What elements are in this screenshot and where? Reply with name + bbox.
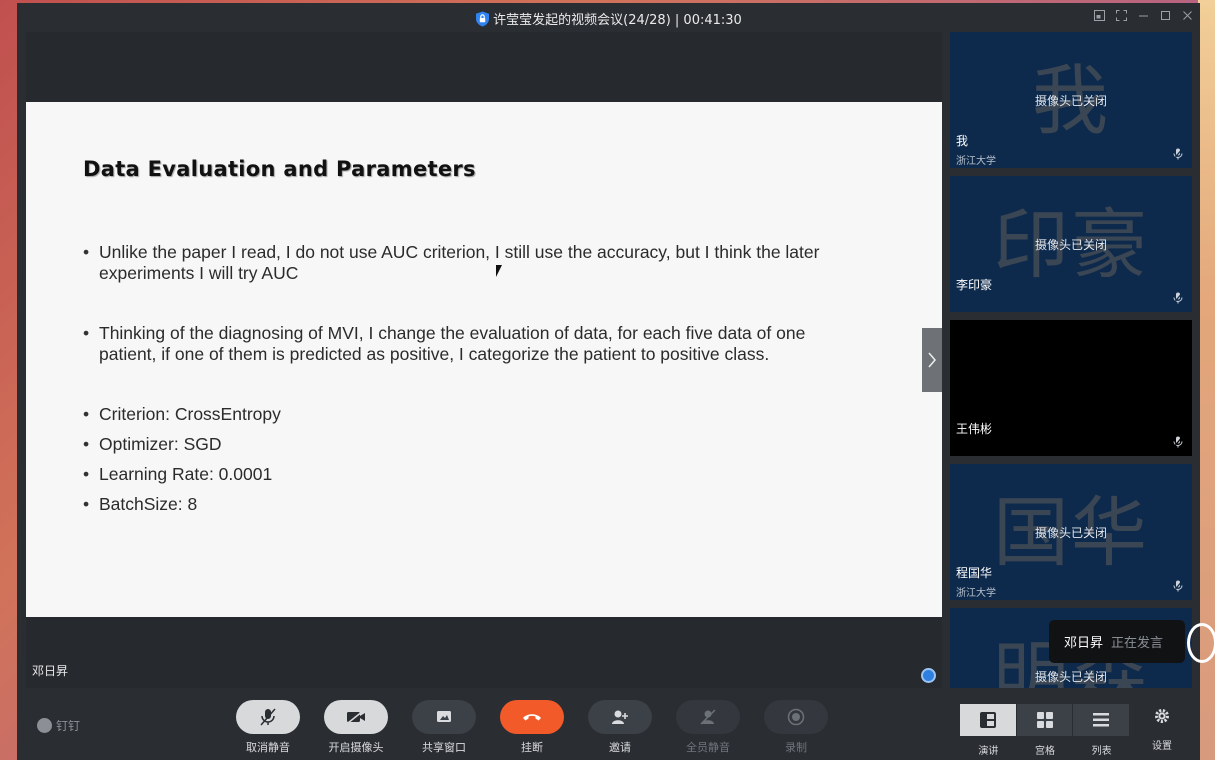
record-icon bbox=[787, 708, 805, 726]
share-status-icon bbox=[921, 668, 936, 683]
slide-bullet: Criterion: CrossEntropy bbox=[83, 404, 853, 425]
layout-labels: 演讲 宫格 列表 bbox=[960, 742, 1130, 757]
speaking-indicator: 邓日昇 正在发言 bbox=[1049, 620, 1185, 663]
window-title: 许莹莹发起的视频会议(24/28) | 00:41:30 bbox=[493, 13, 742, 28]
mic-muted-icon bbox=[1173, 436, 1183, 448]
grid-view-button[interactable] bbox=[1016, 704, 1073, 736]
share-window-pill[interactable] bbox=[412, 700, 476, 734]
grid-view-label: 宫格 bbox=[1035, 746, 1055, 757]
mic-muted-icon bbox=[1173, 580, 1183, 592]
participant-tile[interactable]: 王伟彬 bbox=[950, 320, 1192, 456]
window-title-wrap: 许莹莹发起的视频会议(24/28) | 00:41:30 bbox=[17, 9, 1200, 28]
meeting-window: 许莹莹发起的视频会议(24/28) | 00:41:30 Data Evalua… bbox=[17, 3, 1200, 760]
share-screen-icon bbox=[437, 711, 451, 722]
stage-speaker-name: 邓日昇 bbox=[32, 664, 69, 678]
presentation-slide: Data Evaluation and Parameters Unlike th… bbox=[26, 102, 942, 617]
brand-name: 钉钉 bbox=[56, 719, 81, 733]
mute-all-label: 全员静音 bbox=[686, 741, 730, 754]
presenter-view-label: 演讲 bbox=[978, 746, 999, 757]
hang-up-button[interactable]: 挂断 bbox=[500, 700, 564, 755]
camera-off-label: 摄像头已关闭 bbox=[1034, 526, 1107, 540]
slide-title: Data Evaluation and Parameters bbox=[83, 157, 476, 181]
participant-tile[interactable]: 我 摄像头已关闭 我 浙江大学 bbox=[950, 32, 1192, 168]
mute-all-icon bbox=[700, 709, 716, 725]
record-pill[interactable] bbox=[764, 700, 828, 734]
invite-button[interactable]: 邀请 bbox=[588, 700, 652, 755]
settings-label: 设置 bbox=[1152, 741, 1172, 752]
record-label: 录制 bbox=[785, 741, 807, 754]
gear-icon bbox=[1155, 709, 1169, 723]
camera-off-label: 摄像头已关闭 bbox=[1034, 94, 1107, 108]
participant-org: 浙江大学 bbox=[956, 156, 996, 167]
mic-off-icon bbox=[260, 708, 276, 726]
brand-label: 钉钉 bbox=[37, 717, 80, 734]
mic-muted-icon bbox=[1173, 148, 1183, 160]
dingtalk-logo-icon bbox=[37, 718, 52, 733]
camera-label: 开启摄像头 bbox=[328, 741, 384, 754]
grid-view-icon bbox=[1036, 712, 1053, 728]
float-window-icon[interactable] bbox=[1092, 8, 1106, 22]
share-window-button[interactable]: 共享窗口 bbox=[412, 700, 476, 755]
unmute-button[interactable]: 取消静音 bbox=[236, 700, 300, 755]
slide-bullet-list: Unlike the paper I read, I do not use AU… bbox=[83, 242, 853, 515]
hang-up-pill[interactable] bbox=[500, 700, 564, 734]
participant-name: 王伟彬 bbox=[956, 422, 993, 436]
title-bar: 许莹莹发起的视频会议(24/28) | 00:41:30 bbox=[17, 3, 1200, 32]
camera-off-label: 摄像头已关闭 bbox=[1034, 238, 1107, 252]
camera-button[interactable]: 开启摄像头 bbox=[324, 700, 388, 755]
presenter-view-icon bbox=[979, 712, 996, 728]
record-button[interactable]: 录制 bbox=[764, 700, 828, 755]
settings-button[interactable]: 设置 bbox=[1147, 708, 1177, 752]
fullscreen-icon[interactable] bbox=[1114, 8, 1128, 22]
slide-bullet: Unlike the paper I read, I do not use AU… bbox=[83, 242, 853, 284]
floating-ring-icon bbox=[1187, 623, 1215, 663]
invite-pill[interactable] bbox=[588, 700, 652, 734]
participant-name: 程国华 bbox=[956, 566, 993, 580]
layout-switcher bbox=[960, 704, 1130, 736]
list-view-label: 列表 bbox=[1091, 746, 1112, 757]
camera-off-label: 摄像头已关闭 bbox=[1034, 670, 1107, 684]
add-user-icon bbox=[612, 710, 628, 724]
mic-muted-icon bbox=[1173, 292, 1183, 304]
maximize-icon[interactable] bbox=[1158, 8, 1172, 22]
participant-tile[interactable]: 印豪 摄像头已关闭 李印豪 bbox=[950, 176, 1192, 312]
mute-all-pill[interactable] bbox=[676, 700, 740, 734]
meeting-toolbar: 钉钉 取消静音 开启摄像头 共享窗口 挂断 邀请 全员静音 录制 演讲 宫格 列… bbox=[17, 688, 1200, 760]
speaking-status: 正在发言 bbox=[1111, 636, 1164, 651]
window-controls bbox=[1092, 8, 1194, 22]
shield-lock-icon bbox=[476, 11, 490, 27]
chevron-right-icon bbox=[928, 352, 936, 368]
slide-bullet: Thinking of the diagnosing of MVI, I cha… bbox=[83, 323, 853, 365]
participant-name: 李印豪 bbox=[956, 278, 993, 292]
phone-hangup-icon bbox=[523, 714, 541, 721]
camera-off-icon bbox=[347, 710, 365, 724]
slide-bullet: Optimizer: SGD bbox=[83, 434, 853, 455]
list-view-button[interactable] bbox=[1073, 704, 1130, 736]
camera-pill[interactable] bbox=[324, 700, 388, 734]
participant-name: 我 bbox=[956, 134, 969, 148]
list-view-icon bbox=[1093, 713, 1110, 727]
minimize-icon[interactable] bbox=[1136, 8, 1150, 22]
expand-panel-button[interactable] bbox=[922, 328, 942, 392]
mouse-cursor-icon bbox=[496, 265, 502, 277]
shared-screen-stage[interactable]: Data Evaluation and Parameters Unlike th… bbox=[26, 32, 942, 688]
participant-panel[interactable]: 我 摄像头已关闭 我 浙江大学 印豪 摄像头已关闭 李印豪 王伟彬 国华 摄像头… bbox=[950, 32, 1192, 688]
presenter-view-button[interactable] bbox=[960, 704, 1016, 736]
participant-tile[interactable]: 国华 摄像头已关闭 程国华 浙江大学 bbox=[950, 464, 1192, 600]
slide-bullet: BatchSize: 8 bbox=[83, 494, 853, 515]
close-icon[interactable] bbox=[1180, 8, 1194, 22]
slide-bullet: Learning Rate: 0.0001 bbox=[83, 464, 853, 485]
invite-label: 邀请 bbox=[609, 741, 631, 754]
unmute-pill[interactable] bbox=[236, 700, 300, 734]
unmute-label: 取消静音 bbox=[246, 741, 290, 754]
share-window-label: 共享窗口 bbox=[422, 741, 466, 754]
participant-org: 浙江大学 bbox=[956, 588, 996, 599]
hang-up-label: 挂断 bbox=[521, 741, 543, 754]
speaking-name: 邓日昇 bbox=[1064, 636, 1104, 651]
mute-all-button[interactable]: 全员静音 bbox=[676, 700, 740, 755]
